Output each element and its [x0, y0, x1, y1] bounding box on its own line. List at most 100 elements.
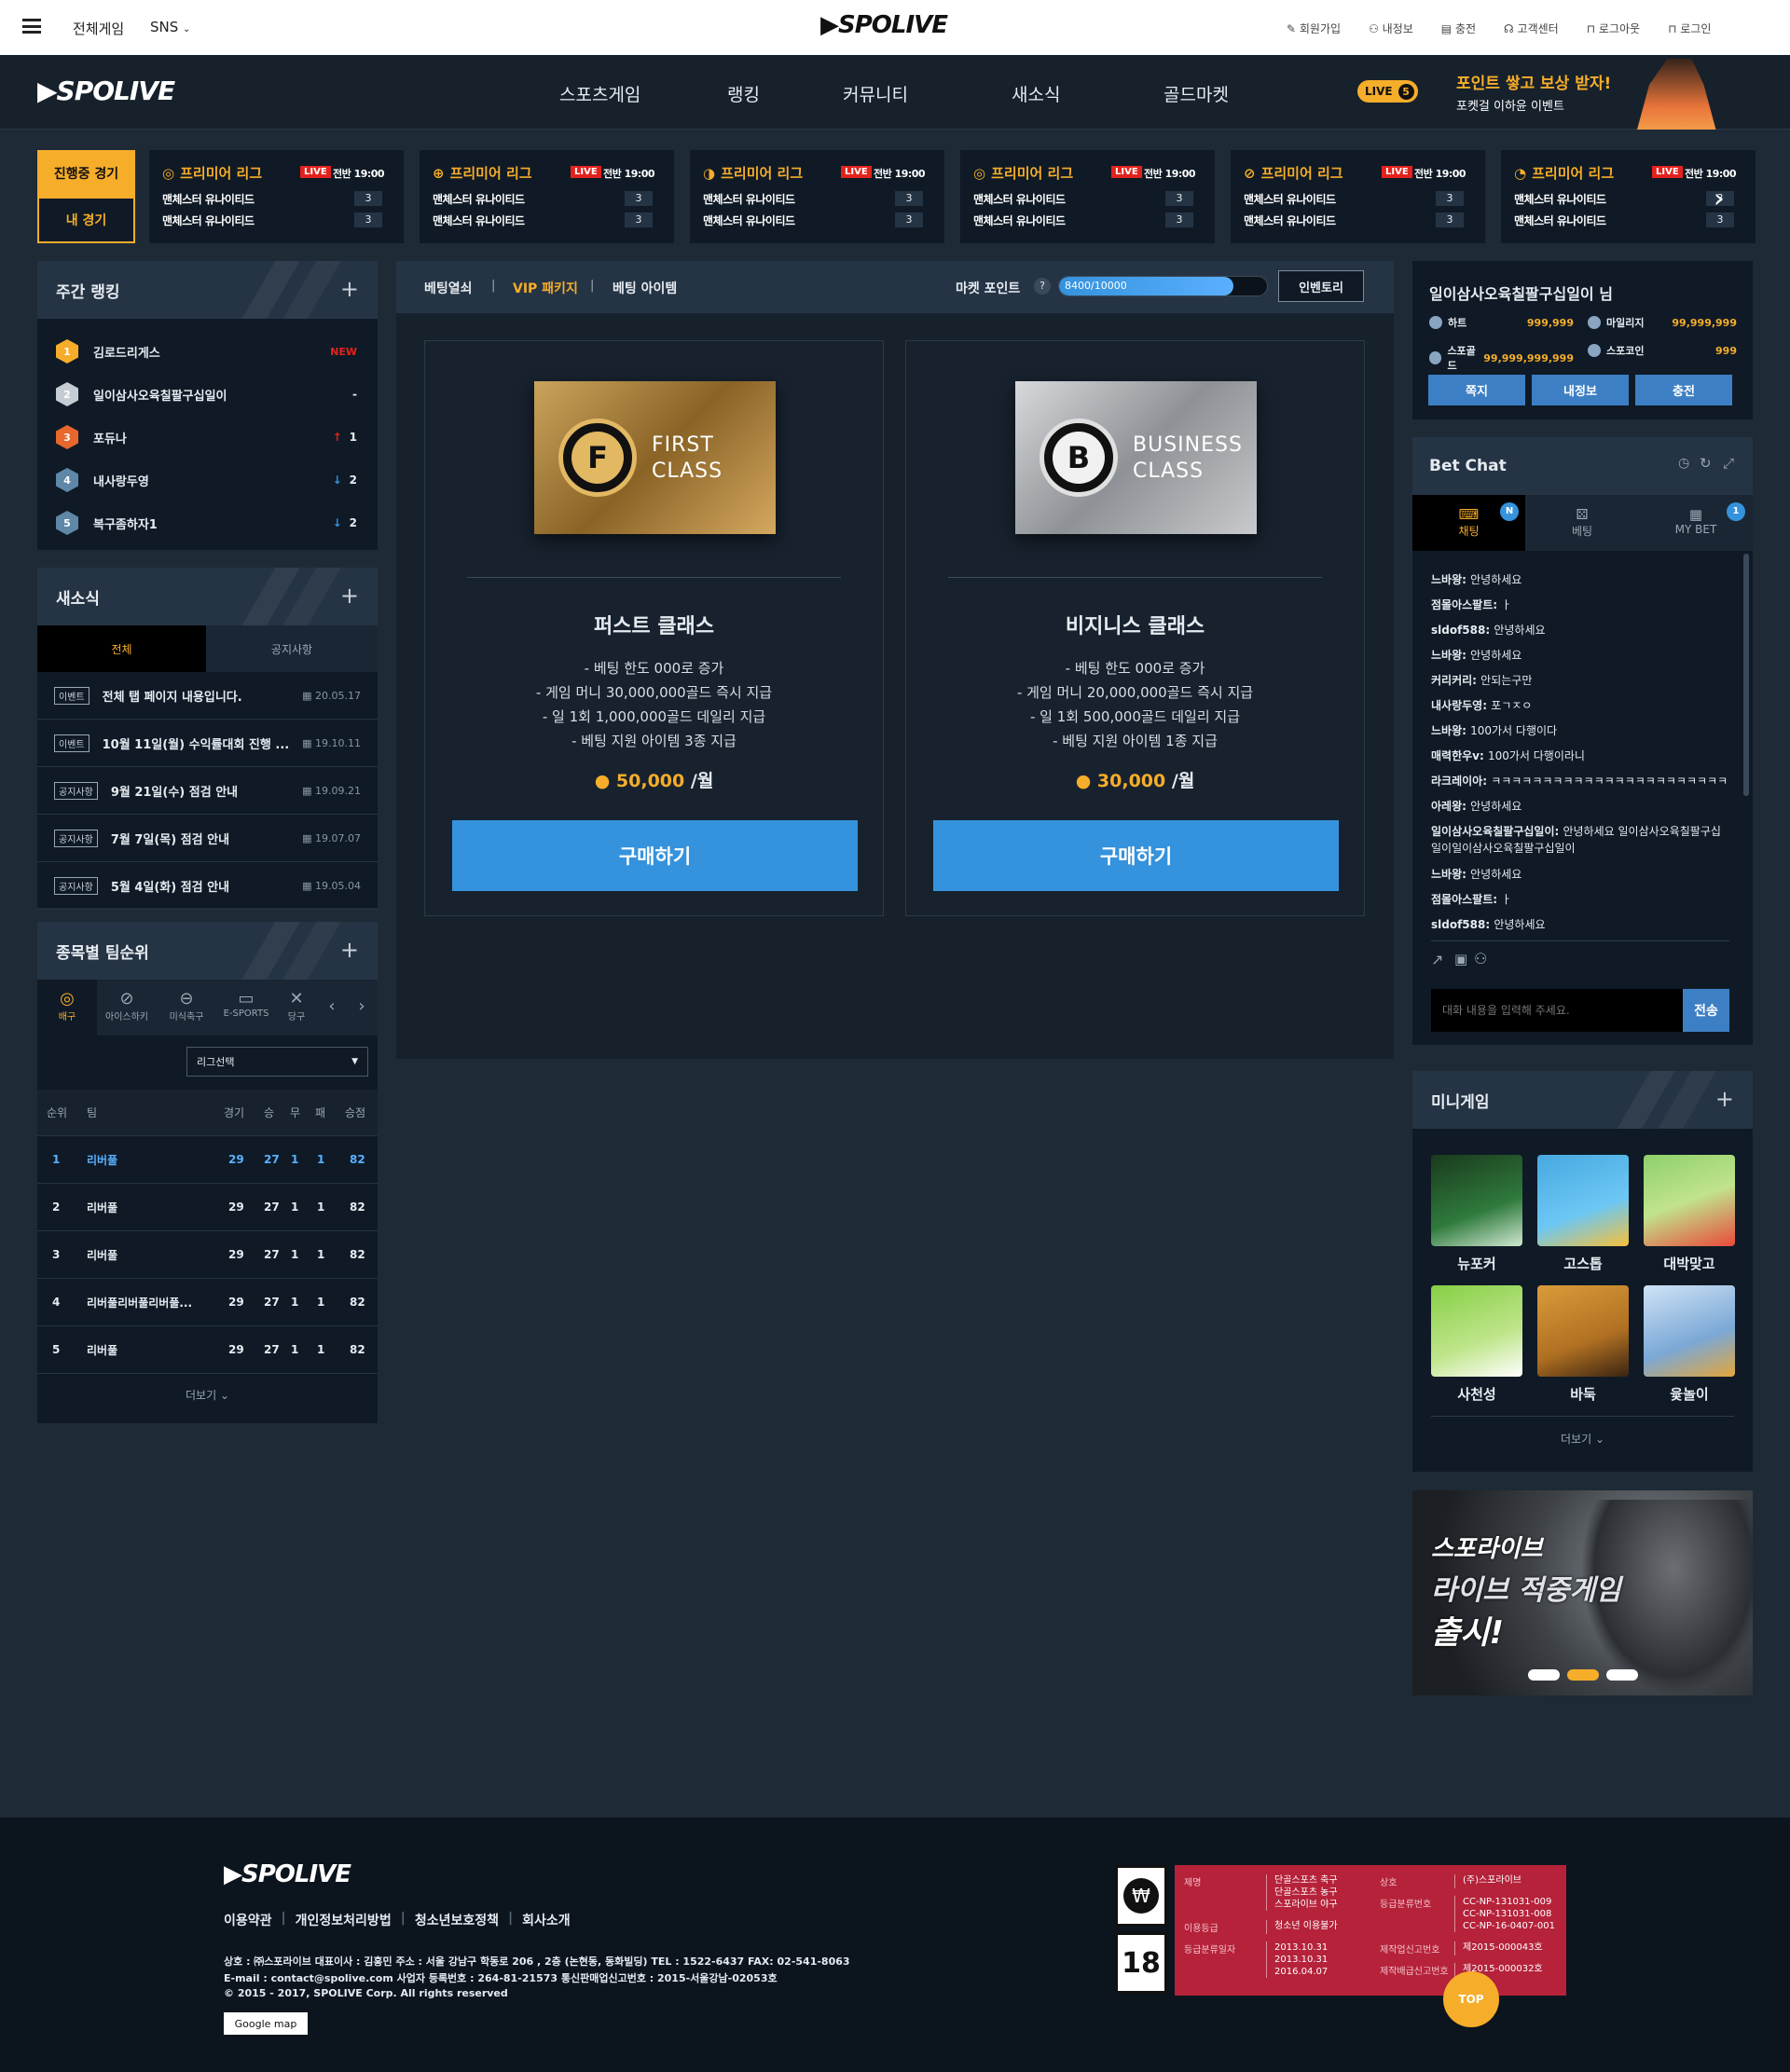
myinfo-link[interactable]: ⚇ 내정보 — [1369, 21, 1413, 36]
save-icon[interactable]: ▣ — [1454, 951, 1467, 967]
chevron-left-icon[interactable]: ‹ — [317, 980, 347, 1036]
minigame-more-button[interactable]: 더보기 ⌄ — [1412, 1431, 1753, 1447]
team-row[interactable]: 5 리버풀 29 27 1 1 82 — [37, 1326, 378, 1374]
chat-user[interactable]: 느바왕 — [1431, 868, 1462, 881]
minigame-item[interactable]: 고스톱 — [1537, 1155, 1629, 1273]
nav-item-goldmarket[interactable]: 골드마켓 — [1164, 81, 1229, 106]
plus-icon[interactable]: + — [340, 937, 359, 963]
help-icon[interactable]: ? — [1034, 278, 1051, 295]
sns-dropdown[interactable]: SNS ⌄ — [150, 19, 190, 35]
match-card[interactable]: ◑ 프리미어 리그 LIVE 전반 19:00 맨체스터 유나이티드 맨체스터 유… — [690, 150, 944, 243]
match-card[interactable]: ⊕ 프리미어 리그 LIVE 전반 19:00 맨체스터 유나이티드 맨체스터 유… — [420, 150, 674, 243]
chat-input[interactable] — [1431, 989, 1683, 1032]
nav-item-sports[interactable]: 스포츠게임 — [559, 81, 640, 106]
terms-link[interactable]: 이용약관 — [224, 1911, 272, 1929]
message-button[interactable]: 쪽지 — [1428, 375, 1525, 405]
rank-row[interactable]: 2 일이삼사오육칠팔구십일이 - — [37, 373, 378, 416]
chat-user[interactable]: 커리커리 — [1431, 674, 1472, 687]
chat-send-button[interactable]: 전송 — [1683, 989, 1729, 1032]
chevron-right-icon[interactable]: › — [347, 980, 377, 1036]
news-row[interactable]: 이벤트 전체 탭 페이지 내용입니다. ▦ 20.05.17 — [37, 672, 378, 720]
nav-logo[interactable]: ▶SPOLIVE — [37, 75, 175, 106]
youth-link[interactable]: 청소년보호정책 — [415, 1911, 499, 1929]
match-tab-mine[interactable]: 내 경기 — [37, 197, 135, 243]
minigame-item[interactable]: 사천성 — [1431, 1285, 1522, 1404]
promo-banner[interactable]: 스포라이브 라이브 적중게임 출시! — [1412, 1490, 1753, 1695]
help-circle-icon[interactable]: ◷ — [1678, 456, 1689, 471]
minigame-item[interactable]: 윷놀이 — [1644, 1285, 1735, 1404]
share-icon[interactable]: ↗ — [1431, 951, 1443, 968]
signup-link[interactable]: ✎ 회원가입 — [1287, 21, 1341, 36]
chat-user[interactable]: 아레왕 — [1431, 800, 1462, 813]
chat-user[interactable]: 매력한우v — [1431, 749, 1480, 762]
market-tab-vip[interactable]: VIP 패키지 — [513, 279, 578, 297]
news-tab-all[interactable]: 전체 — [37, 625, 206, 672]
team-row[interactable]: 4 리버풀리버풀리버풀... 29 27 1 1 82 — [37, 1279, 378, 1326]
rank-row[interactable]: 5 복구좀하자1 ↓ 2 — [37, 501, 378, 544]
sport-tab-football[interactable]: ⊖ 미식축구 — [157, 980, 216, 1036]
sport-tab-volleyball[interactable]: ◎ 배구 — [37, 980, 97, 1036]
user-icon[interactable]: ⚇ — [1474, 950, 1487, 967]
chat-user[interactable]: 일이삼사오육칠팔구십일이 — [1431, 825, 1554, 838]
scroll-top-button[interactable]: TOP — [1443, 1971, 1499, 2027]
rank-row[interactable]: 4 내사랑두영 ↓ 2 — [37, 459, 378, 501]
chat-user[interactable]: 느바왕 — [1431, 649, 1462, 662]
hamburger-menu-icon[interactable] — [22, 19, 41, 34]
plus-icon[interactable]: + — [1715, 1086, 1734, 1112]
news-tab-notice[interactable]: 공지사항 — [206, 625, 378, 672]
refresh-icon[interactable]: ↻ — [1700, 455, 1712, 472]
logout-link[interactable]: ⊓ 로그아웃 — [1587, 21, 1640, 36]
chat-messages[interactable]: 느바왕: 안녕하세요 점몰아스팔트: ㅏ sldof588: 안녕하세요 느바왕: 안… — [1431, 568, 1729, 950]
banner-dot-2[interactable] — [1567, 1669, 1599, 1681]
chat-user[interactable]: 라크레이아 — [1431, 775, 1482, 788]
chat-user[interactable]: 느바왕 — [1431, 573, 1462, 586]
market-tab-keys[interactable]: 베팅열쇠 — [424, 279, 473, 297]
sport-tab-icehockey[interactable]: ⊘ 아이스하키 — [97, 980, 157, 1036]
rank-row[interactable]: 3 포듀나 ↑ 1 — [37, 416, 378, 459]
company-link[interactable]: 회사소개 — [522, 1911, 571, 1929]
nav-item-news[interactable]: 새소식 — [1012, 81, 1060, 106]
buy-button[interactable]: 구매하기 — [452, 820, 858, 891]
plus-icon[interactable]: + — [340, 583, 359, 609]
team-row[interactable]: 1 리버풀 29 27 1 1 82 — [37, 1136, 378, 1184]
chat-tab-bet[interactable]: ⚄ 베팅 — [1525, 495, 1639, 551]
minigame-item[interactable]: 뉴포커 — [1431, 1155, 1522, 1273]
chat-user[interactable]: sldof588 — [1431, 918, 1485, 931]
news-row[interactable]: 공지사항 5월 4일(화) 점검 안내 ▦ 19.05.04 — [37, 862, 378, 910]
chevron-right-icon[interactable]: › — [1714, 183, 1724, 213]
privacy-link[interactable]: 개인정보처리방법 — [296, 1911, 392, 1929]
expand-icon[interactable]: ⤢ — [1723, 455, 1734, 472]
team-more-button[interactable]: 더보기 ⌄ — [37, 1387, 378, 1403]
news-row[interactable]: 이벤트 10월 11일(월) 수익률대회 진행 ... ▦ 19.10.11 — [37, 720, 378, 767]
login-link[interactable]: ⊓ 로그인 — [1668, 21, 1711, 36]
nav-item-community[interactable]: 커뮤니티 — [843, 81, 908, 106]
nav-item-ranking[interactable]: 랭킹 — [727, 81, 760, 106]
sport-tab-esports[interactable]: ▭ E-SPORTS — [216, 980, 276, 1036]
plus-icon[interactable]: + — [340, 276, 359, 302]
chat-user[interactable]: 점몰아스팔트 — [1431, 598, 1493, 611]
team-row[interactable]: 2 리버풀 29 27 1 1 82 — [37, 1184, 378, 1231]
chat-tab-mybet[interactable]: ▦ MY BET 1 — [1639, 495, 1753, 551]
footer-logo[interactable]: ▶SPOLIVE — [224, 1860, 351, 1888]
myinfo-button[interactable]: 내정보 — [1532, 375, 1629, 405]
chat-tab-chat[interactable]: ⌨ 채팅 N — [1412, 495, 1525, 551]
banner-dot-1[interactable] — [1528, 1669, 1560, 1681]
team-row[interactable]: 3 리버풀 29 27 1 1 82 — [37, 1231, 378, 1279]
match-card[interactable]: ◎ 프리미어 리그 LIVE 전반 19:00 맨체스터 유나이티드 맨체스터 유… — [960, 150, 1215, 243]
minigame-item[interactable]: 바둑 — [1537, 1285, 1629, 1404]
banner-dot-3[interactable] — [1606, 1669, 1638, 1681]
google-map-button[interactable]: Google map — [224, 2012, 308, 2035]
all-games-link[interactable]: 전체게임 — [73, 19, 124, 38]
rank-row[interactable]: 1 김로드리게스 NEW — [37, 330, 378, 373]
user-name[interactable]: 일이삼사오육칠팔구십일이 님 — [1429, 281, 1613, 304]
match-card[interactable]: ⊘ 프리미어 리그 LIVE 전반 19:00 맨체스터 유나이티드 맨체스터 유… — [1231, 150, 1485, 243]
league-select[interactable]: 리그선택 ▼ — [186, 1047, 368, 1077]
sport-tab-billiards[interactable]: ✕ 당구 — [276, 980, 317, 1036]
inventory-button[interactable]: 인벤토리 — [1278, 270, 1364, 302]
chat-user[interactable]: 점몰아스팔트 — [1431, 893, 1493, 906]
support-link[interactable]: ☊ 고객센터 — [1504, 21, 1559, 36]
market-tab-items[interactable]: 베팅 아이템 — [613, 279, 677, 297]
charge-button[interactable]: 충전 — [1635, 375, 1732, 405]
chat-user[interactable]: 느바왕 — [1431, 724, 1462, 737]
minigame-item[interactable]: 대박맞고 — [1644, 1155, 1735, 1273]
